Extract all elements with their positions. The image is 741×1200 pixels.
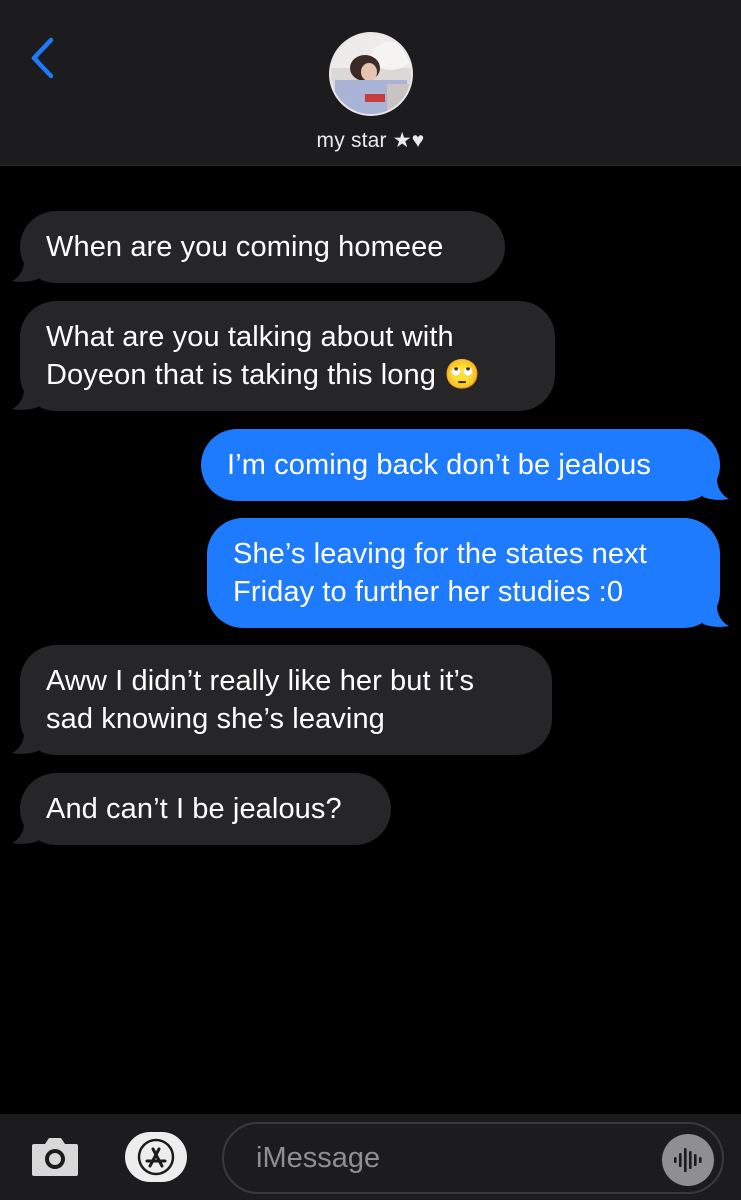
message-text-line: sad knowing she’s leaving [46, 703, 385, 735]
message-text: I’m coming back don’t be jealous [227, 449, 651, 481]
incoming-message-bubble[interactable]: Aww I didn’t really like her but it’s sa… [20, 645, 552, 755]
camera-button[interactable] [30, 1134, 80, 1178]
camera-icon [32, 1138, 78, 1176]
bubble-tail [12, 823, 38, 844]
message-text-line: Doyeon that is taking this long 🙄 [46, 359, 481, 391]
contact-name[interactable]: my star ★♥ [0, 128, 741, 153]
message-text: And can’t I be jealous? [46, 793, 342, 825]
contact-avatar[interactable] [329, 32, 413, 116]
outgoing-message-bubble[interactable]: She’s leaving for the states next Friday… [207, 518, 720, 628]
message-text-line: She’s leaving for the states next [233, 538, 647, 570]
app-store-button[interactable] [125, 1132, 187, 1182]
bubble-tail [12, 389, 38, 410]
imessage-placeholder: iMessage [256, 1142, 381, 1174]
bubble-tail [703, 606, 729, 627]
app-store-icon [137, 1138, 175, 1176]
back-button[interactable] [22, 34, 62, 82]
bubble-tail [703, 479, 729, 500]
bubble-tail [12, 733, 38, 754]
message-text: When are you coming homeee [46, 231, 444, 263]
imessage-input-field[interactable]: iMessage [222, 1122, 724, 1194]
message-text-line: What are you talking about with [46, 321, 454, 353]
incoming-message-bubble[interactable]: When are you coming homeee [20, 211, 505, 283]
message-text-line: Friday to further her studies :0 [233, 576, 624, 608]
message-thread: When are you coming homeee What are you … [0, 166, 741, 1114]
message-text-line: Aww I didn’t really like her but it’s [46, 665, 475, 697]
chevron-left-icon [31, 37, 54, 79]
audio-waveform-icon [674, 1148, 702, 1172]
incoming-message-bubble[interactable]: What are you talking about with Doyeon t… [20, 301, 555, 411]
incoming-message-bubble[interactable]: And can’t I be jealous? [20, 773, 391, 845]
imessage-screen: my star ★♥ When are you coming homeee Wh… [0, 0, 741, 1200]
audio-message-button[interactable] [662, 1134, 714, 1186]
avatar-photo [331, 34, 411, 114]
conversation-header: my star ★♥ [0, 0, 741, 166]
outgoing-message-bubble[interactable]: I’m coming back don’t be jealous [201, 429, 720, 501]
bubble-tail [12, 261, 38, 282]
